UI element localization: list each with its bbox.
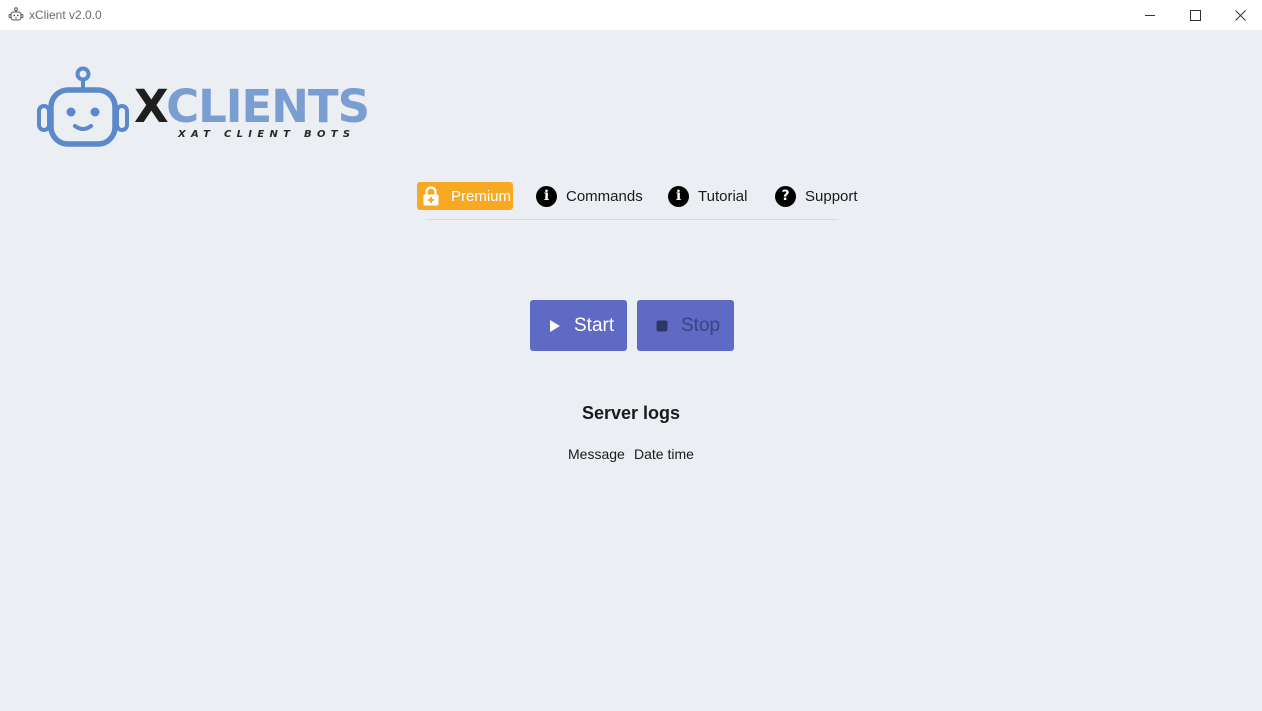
robot-logo-icon [37,66,129,147]
server-logs-title: Server logs [581,403,681,423]
nav-commands-label: Commands [566,187,643,205]
minimize-icon [1144,14,1155,16]
app-logo: XCLIENTS XAT CLIENT BOTS [36,66,370,148]
stop-button-label: Stop [681,314,721,336]
minimize-button[interactable] [1127,0,1173,30]
stop-icon [656,320,668,331]
nav-premium-label: Premium [451,187,512,205]
nav-tutorial[interactable]: i Tutorial [668,182,747,210]
maximize-icon [1189,9,1201,21]
lock-icon [423,186,439,206]
window-title: xClient v2.0.0 [29,8,102,22]
nav-commands[interactable]: i Commands [536,182,643,210]
nav-premium[interactable]: Premium [417,182,513,210]
logs-column-datetime: Date time [634,446,694,462]
logo-tagline: XAT CLIENT BOTS [178,129,356,140]
robot-icon [8,7,24,21]
start-button-label: Start [574,314,615,336]
help-icon: ? [775,185,796,207]
nav-tutorial-label: Tutorial [698,187,748,205]
title-bar: xClient v2.0.0 [0,0,1262,30]
maximize-button[interactable] [1172,0,1218,30]
nav-support-label: Support [805,187,858,205]
start-button[interactable]: Start [530,300,627,351]
info-icon: i [536,185,557,207]
info-icon: i [668,185,689,207]
logo-wordmark: XCLIENTS [134,80,370,133]
logs-column-message: Message [568,446,625,462]
close-button[interactable] [1217,0,1262,30]
play-icon [550,319,560,332]
stop-button[interactable]: Stop [637,300,734,351]
nav-divider [427,219,837,220]
nav-support[interactable]: ? Support [775,182,858,210]
close-icon [1234,9,1246,21]
